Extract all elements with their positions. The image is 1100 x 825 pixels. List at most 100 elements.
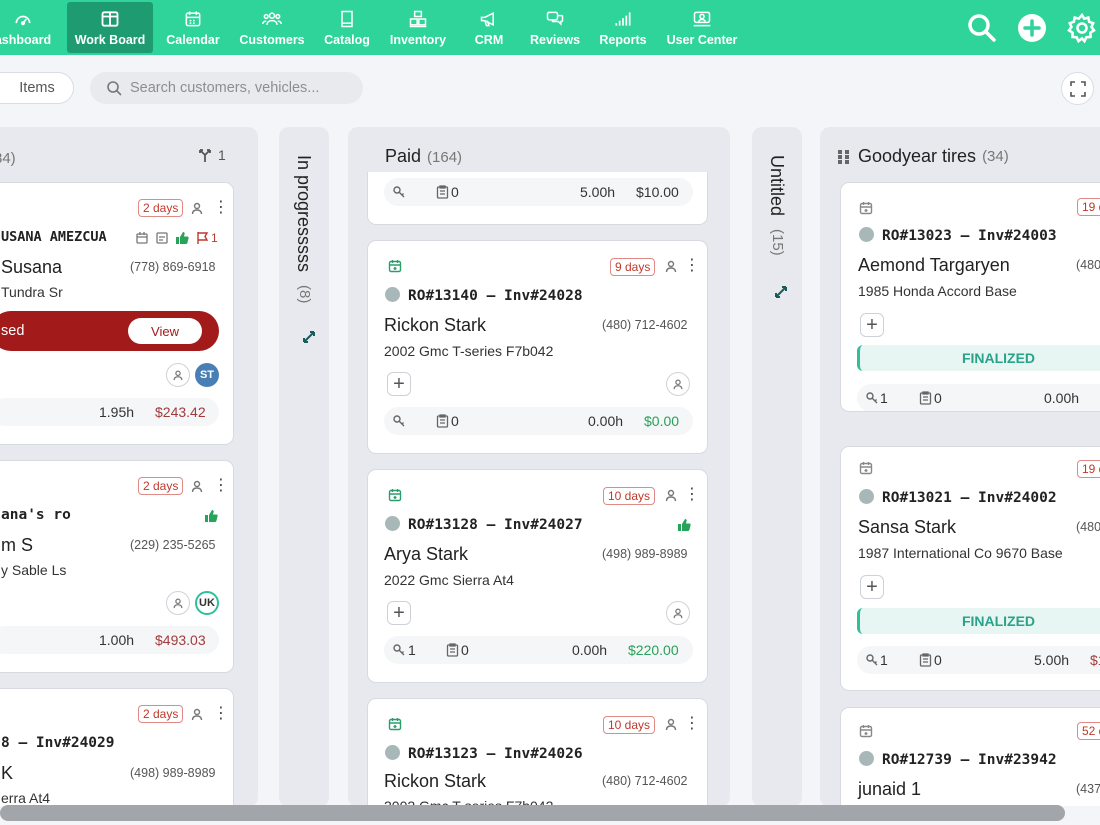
add-item-button[interactable]: + <box>387 601 411 625</box>
ro-number: RO#13021 – Inv#24002 <box>882 490 1057 506</box>
add-icon[interactable] <box>1016 12 1048 44</box>
assign-technician-button[interactable] <box>666 372 690 396</box>
work-order-card[interactable]: 2 days ⋮ ana's ro m S (229) 235-5265 y S… <box>0 460 234 673</box>
nav-item-catalog[interactable]: Catalog <box>320 0 374 55</box>
more-menu-icon[interactable]: ⋮ <box>213 475 229 495</box>
add-item-button[interactable]: + <box>860 575 884 599</box>
user-icon[interactable] <box>190 479 204 493</box>
user-icon[interactable] <box>664 717 678 731</box>
work-order-card[interactable]: 19 d RO#13023 – Inv#24003 Aemond Targary… <box>840 182 1100 412</box>
days-badge: 19 d <box>1077 460 1100 478</box>
status-dot <box>859 227 874 242</box>
assign-technician-button[interactable] <box>166 591 190 615</box>
customer-phone[interactable]: (778) 869-6918 <box>130 260 215 274</box>
drag-handle-icon[interactable] <box>837 149 851 165</box>
assign-technician-button[interactable] <box>166 363 190 387</box>
nav-item-inventory[interactable]: Inventory <box>386 0 450 55</box>
more-menu-icon[interactable]: ⋮ <box>684 484 700 504</box>
tools-value: 0 <box>451 184 459 200</box>
customer-phone[interactable]: (498) 989-8989 <box>130 766 215 780</box>
calendar-add-icon[interactable] <box>859 461 873 475</box>
customer-phone[interactable]: (480) 712-4602 <box>602 318 687 332</box>
calendar-add-icon[interactable] <box>388 259 402 273</box>
clipboard-icon <box>436 414 449 428</box>
keys-value: 1 <box>880 390 888 406</box>
more-menu-icon[interactable]: ⋮ <box>213 197 229 217</box>
calendar-add-icon[interactable] <box>859 724 873 738</box>
ro-title: RO#13023 – Inv#24003 <box>859 227 1057 244</box>
user-icon[interactable] <box>664 488 678 502</box>
user-icon[interactable] <box>664 259 678 273</box>
customer-name[interactable]: Aemond Targaryen <box>858 255 1010 276</box>
work-order-card[interactable]: 19 d RO#13021 – Inv#24002 Sansa Stark (4… <box>840 446 1100 691</box>
nav-label: User Center <box>666 32 738 47</box>
column-untitled-collapsed[interactable]: Untitled (15) <box>752 127 802 807</box>
work-order-card[interactable]: 2 days ⋮ USANA AMEZCUA 1 Susana (778) 86… <box>0 182 234 445</box>
tools-value: 0 <box>451 413 459 429</box>
view-button[interactable]: View <box>128 318 202 344</box>
customer-phone[interactable]: (480 <box>1076 258 1100 272</box>
customer-name[interactable]: Susana <box>1 257 62 278</box>
fullscreen-button[interactable] <box>1061 72 1094 105</box>
nav-item-customers[interactable]: Customers <box>236 0 308 55</box>
customer-name[interactable]: Sansa Stark <box>858 517 956 538</box>
add-item-button[interactable]: + <box>860 313 884 337</box>
customer-name[interactable]: m S <box>1 535 33 556</box>
ro-number: RO#13140 – Inv#24028 <box>408 288 583 304</box>
avatar[interactable]: UK <box>195 591 219 615</box>
customer-name[interactable]: Rickon Stark <box>384 315 486 336</box>
calendar-add-icon[interactable] <box>388 717 402 731</box>
customer-phone[interactable]: (480) 712-4602 <box>602 774 687 788</box>
nav-item-calendar[interactable]: Calendar <box>160 0 226 55</box>
expand-column-icon[interactable] <box>773 284 789 300</box>
customer-phone[interactable]: (437 <box>1076 782 1100 796</box>
more-menu-icon[interactable]: ⋮ <box>684 255 700 275</box>
calendar-add-icon[interactable] <box>859 201 873 215</box>
status-dot <box>859 751 874 766</box>
items-button[interactable]: Items <box>0 72 74 104</box>
customer-name[interactable]: junaid 1 <box>858 779 921 800</box>
column-count: (164) <box>427 149 463 166</box>
add-item-button[interactable]: + <box>387 372 411 396</box>
nav-item-crm[interactable]: CRM <box>466 0 512 55</box>
work-order-card[interactable]: 0 5.00h $10.00 <box>367 172 708 225</box>
clipboard-icon <box>919 653 932 667</box>
customer-name[interactable]: K <box>1 763 13 784</box>
column-header: 84) <box>0 147 16 168</box>
nav-item-dashboard[interactable]: ashboard <box>0 0 56 55</box>
customer-name[interactable]: Rickon Stark <box>384 771 486 792</box>
more-menu-icon[interactable]: ⋮ <box>213 703 229 723</box>
plus-icon: + <box>866 576 878 598</box>
more-menu-icon[interactable]: ⋮ <box>684 713 700 733</box>
customer-name[interactable]: Arya Stark <box>384 544 468 565</box>
customer-phone[interactable]: (480 <box>1076 520 1100 534</box>
customer-phone[interactable]: (498) 989-8989 <box>602 547 687 561</box>
work-order-card[interactable]: 9 days ⋮ RO#13140 – Inv#24028 Rickon Sta… <box>367 240 708 454</box>
nav-item-reviews[interactable]: Reviews <box>526 0 584 55</box>
keys-icon <box>866 654 878 666</box>
nav-item-work-board[interactable]: Work Board <box>67 2 153 53</box>
work-order-card[interactable]: 10 days ⋮ RO#13128 – Inv#24027 Arya Star… <box>367 469 708 683</box>
user-icon[interactable] <box>190 707 204 721</box>
nav-item-reports[interactable]: Reports <box>596 0 650 55</box>
horizontal-scrollbar-thumb[interactable] <box>0 805 1065 821</box>
amount-value: $1 <box>1090 652 1100 668</box>
vehicle-name: y Sable Ls <box>1 562 67 578</box>
calendar-add-icon[interactable] <box>388 488 402 502</box>
search-icon[interactable] <box>966 12 998 44</box>
assign-technician-button[interactable] <box>666 601 690 625</box>
customer-phone[interactable]: (229) 235-5265 <box>130 538 215 552</box>
search-input[interactable] <box>130 80 350 96</box>
search-box[interactable] <box>90 72 363 104</box>
user-icon <box>173 370 183 381</box>
gear-icon[interactable] <box>1066 12 1098 44</box>
column-in-progress-collapsed[interactable]: In progresssss (8) <box>279 127 329 807</box>
expand-column-icon[interactable] <box>301 329 317 345</box>
column-filter[interactable]: 1 <box>198 147 226 163</box>
keys-icon <box>393 644 405 656</box>
avatar[interactable]: ST <box>195 363 219 387</box>
nav-item-user-center[interactable]: User Center <box>664 0 740 55</box>
top-navigation-bar: ashboard Work Board Calendar Customers C… <box>0 0 1100 55</box>
column-header: Goodyear tires (34) <box>837 146 1009 167</box>
user-icon[interactable] <box>190 201 204 215</box>
